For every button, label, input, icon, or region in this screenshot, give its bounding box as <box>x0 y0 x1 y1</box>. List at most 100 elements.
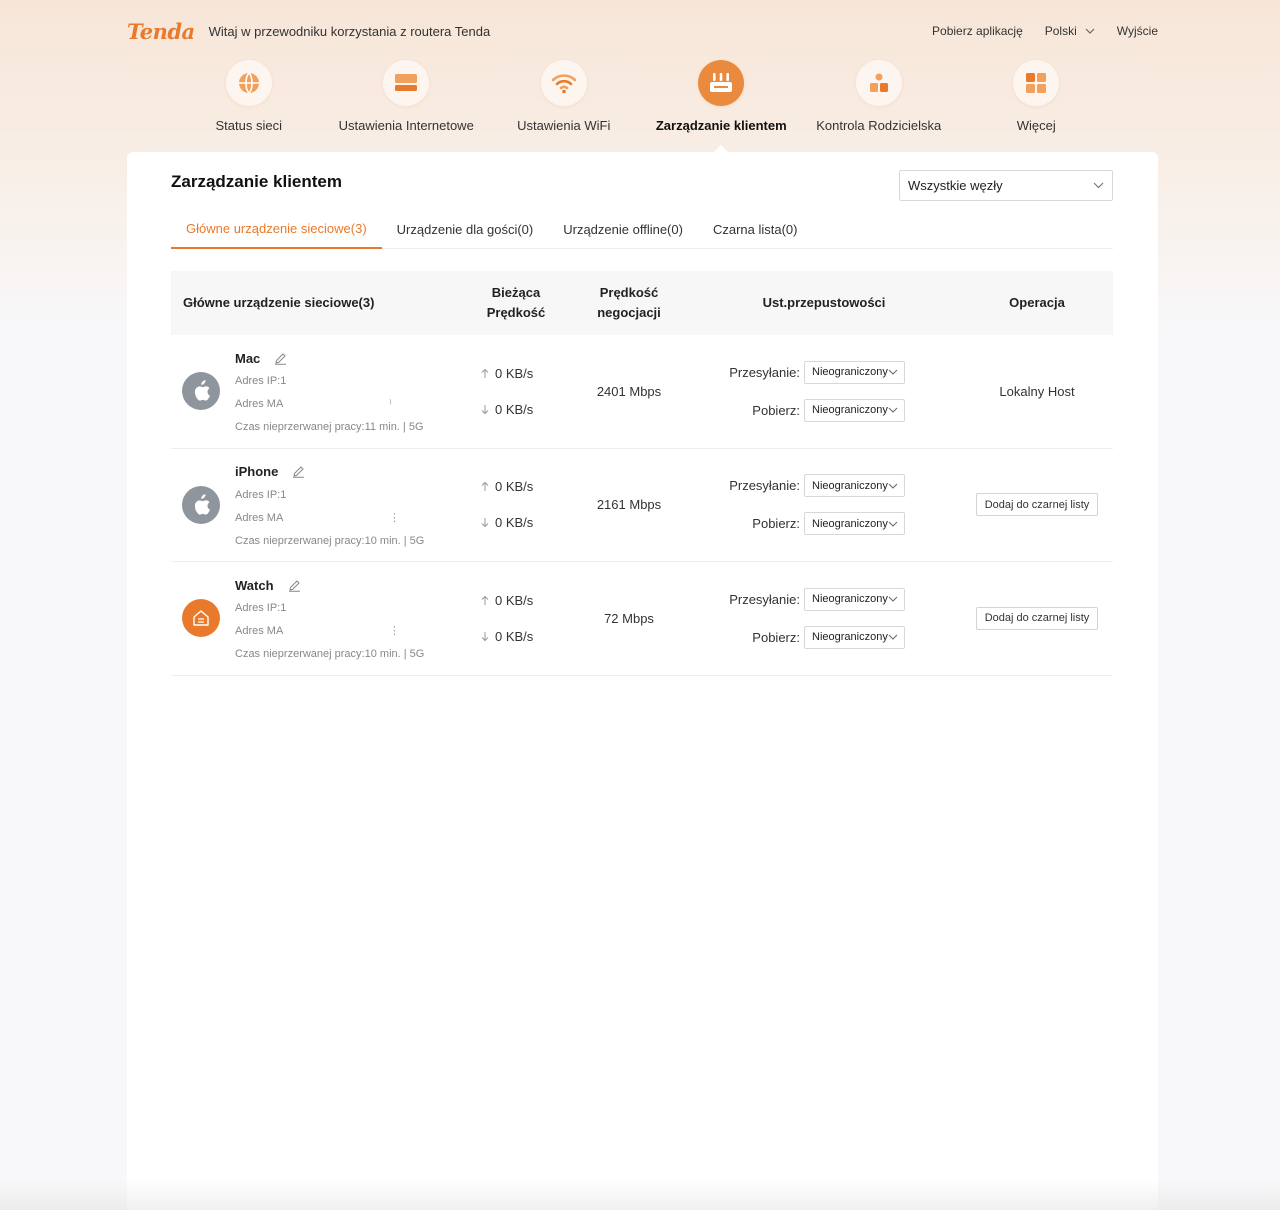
chevron-down-icon <box>888 369 898 375</box>
device-name-row: iPhone <box>235 463 424 481</box>
nav-client-management[interactable]: Zarządzanie klientem <box>643 60 801 152</box>
nav-network-status[interactable]: Status sieci <box>170 60 328 150</box>
upload-speed: 0 KB/s <box>481 591 533 609</box>
arrow-up-icon <box>481 368 489 378</box>
wifi-icon <box>551 74 577 94</box>
nav-more[interactable]: Więcej <box>958 60 1116 150</box>
table-row: Mac Adres IP:1 Adres MA ⁾ Czas nieprzerw… <box>171 335 1113 449</box>
nav-icon-circle <box>225 60 272 106</box>
upload-limit-row: Przesyłanie: Nieograniczony <box>729 474 905 498</box>
current-speed-cell: 0 KB/s 0 KB/s <box>461 449 571 562</box>
device-ip: Adres IP:1 <box>235 488 287 501</box>
nav-icon-circle <box>855 60 902 106</box>
device-cell: Mac Adres IP:1 Adres MA ⁾ Czas nieprzerw… <box>171 335 461 448</box>
table-row: iPhone Adres IP:1 Adres MA ⋮ Czas nieprz… <box>171 449 1113 562</box>
parental-icon <box>869 73 888 92</box>
device-avatar <box>182 599 220 637</box>
bandwidth-cell: Przesyłanie: Nieograniczony Pobierz: Nie… <box>687 562 961 675</box>
arrow-down-icon <box>481 404 489 414</box>
header-device: Główne urządzenie sieciowe(3) <box>183 295 375 310</box>
chevron-down-icon <box>1085 28 1095 34</box>
node-select[interactable]: Wszystkie węzły <box>899 170 1113 201</box>
header-current-speed: Bieżąca Prędkość <box>461 283 571 323</box>
operation-cell: Dodaj do czarnej listy <box>961 562 1113 675</box>
add-to-blacklist-button[interactable]: Dodaj do czarnej listy <box>975 493 1099 517</box>
download-app-link[interactable]: Pobierz aplikację <box>932 24 1023 38</box>
top-header: Tenda Witaj w przewodniku korzystania z … <box>127 14 1158 48</box>
device-uptime: Czas nieprzerwanej pracy:11 min. | 5G <box>235 421 424 433</box>
apple-icon <box>194 380 210 401</box>
device-mac: Adres MA <box>235 398 284 410</box>
negotiated-speed: 2401 Mbps <box>596 383 662 399</box>
operation-cell: Lokalny Host <box>961 335 1113 448</box>
download-speed-value: 0 KB/s <box>495 401 534 417</box>
download-limit-label: Pobierz: <box>752 629 800 645</box>
chevron-down-icon <box>1093 182 1104 189</box>
nav-icon-circle <box>1013 60 1060 106</box>
device-mac: Adres MA <box>235 625 284 637</box>
logout-link[interactable]: Wyjście <box>1117 24 1158 38</box>
header-current-speed-line: Prędkość <box>486 305 546 320</box>
device-name-row: Watch <box>235 576 424 594</box>
chevron-down-icon <box>888 407 898 413</box>
download-limit-select[interactable]: Nieograniczony <box>804 625 905 649</box>
nav-label: Status sieci <box>215 118 282 133</box>
nav-label: Kontrola Rodzicielska <box>816 118 942 133</box>
current-speed-cell: 0 KB/s 0 KB/s <box>461 562 571 675</box>
device-name-row: Mac <box>235 349 424 367</box>
device-name: Mac <box>235 350 261 366</box>
header-bandwidth: Ust.przepustowości <box>762 295 886 310</box>
device-mac-row: Adres MA ⋮ <box>235 623 424 640</box>
globe-icon <box>238 72 259 94</box>
chevron-down-icon <box>888 634 898 640</box>
table-header: Główne urządzenie sieciowe(3) Bieżąca Pr… <box>171 271 1113 335</box>
upload-speed: 0 KB/s <box>481 478 533 496</box>
nav-parental-control[interactable]: Kontrola Rodzicielska <box>800 60 958 150</box>
download-limit-select[interactable]: Nieograniczony <box>804 398 905 422</box>
pencil-icon[interactable] <box>288 579 301 592</box>
device-cell: Watch Adres IP:1 Adres MA ⋮ Czas nieprze… <box>171 562 461 675</box>
tab-offline-devices[interactable]: Urządzenie offline(0) <box>548 210 698 249</box>
tab-main-devices[interactable]: Główne urządzenie sieciowe(3) <box>171 210 382 249</box>
chevron-down-icon <box>888 521 898 527</box>
upload-limit-select[interactable]: Nieograniczony <box>804 360 905 384</box>
upload-limit-select[interactable]: Nieograniczony <box>804 587 905 611</box>
device-ip: Adres IP:1 <box>235 375 287 387</box>
pencil-icon[interactable] <box>274 352 287 365</box>
chevron-down-icon <box>888 483 898 489</box>
header-operation: Operacja <box>1009 295 1065 310</box>
language-select[interactable]: Polski <box>1045 24 1095 38</box>
bandwidth-cell: Przesyłanie: Nieograniczony Pobierz: Nie… <box>687 335 961 448</box>
apple-icon <box>194 493 210 515</box>
upload-limit-value: Nieograniczony <box>812 479 888 492</box>
device-name: Watch <box>235 577 274 593</box>
nav-wifi-settings[interactable]: Ustawienia WiFi <box>485 60 643 150</box>
device-mac-tail: ⋮ <box>389 625 400 637</box>
welcome-text: Witaj w przewodniku korzystania z router… <box>208 23 491 39</box>
upload-limit-select[interactable]: Nieograniczony <box>804 474 905 498</box>
nav-internet-settings[interactable]: Ustawienia Internetowe <box>328 60 486 150</box>
table-row: Watch Adres IP:1 Adres MA ⋮ Czas nieprze… <box>171 562 1113 676</box>
nav-label: Ustawienia WiFi <box>517 118 611 133</box>
arrow-up-icon <box>481 482 489 492</box>
header-negotiated-speed: Prędkość negocjacji <box>571 283 687 323</box>
chevron-down-icon <box>888 596 898 602</box>
download-speed-value: 0 KB/s <box>495 515 534 531</box>
add-to-blacklist-button[interactable]: Dodaj do czarnej listy <box>975 606 1099 630</box>
nav-label: Zarządzanie klientem <box>655 118 787 133</box>
download-speed: 0 KB/s <box>481 627 533 645</box>
download-limit-label: Pobierz: <box>752 402 800 418</box>
download-limit-label: Pobierz: <box>752 516 800 532</box>
bandwidth-cell: Przesyłanie: Nieograniczony Pobierz: Nie… <box>687 449 961 562</box>
download-limit-select[interactable]: Nieograniczony <box>804 512 905 536</box>
tab-blacklist[interactable]: Czarna lista(0) <box>698 210 813 249</box>
upload-limit-value: Nieograniczony <box>812 366 888 379</box>
pencil-icon[interactable] <box>292 465 305 478</box>
grid-icon <box>1026 73 1047 93</box>
tenda-logo[interactable]: Tenda <box>127 19 195 44</box>
device-mac-tail: ⁾ <box>389 398 392 410</box>
device-uptime: Czas nieprzerwanej pracy:10 min. | 5G <box>235 534 425 547</box>
tab-guest-devices[interactable]: Urządzenie dla gości(0) <box>382 210 549 249</box>
language-label: Polski <box>1044 24 1077 38</box>
negotiated-speed: 2161 Mbps <box>596 497 662 513</box>
